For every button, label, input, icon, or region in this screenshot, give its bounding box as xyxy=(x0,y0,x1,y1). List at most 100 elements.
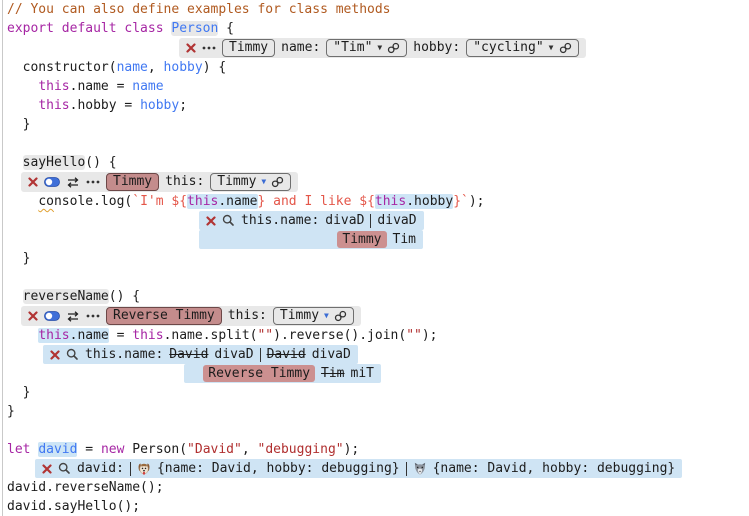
wolf-icon xyxy=(413,462,427,476)
old-value: David xyxy=(169,345,208,364)
blank-line xyxy=(3,134,749,153)
code-token: } xyxy=(7,117,30,132)
close-icon[interactable] xyxy=(28,311,38,321)
code-token: reverseName xyxy=(23,289,109,304)
code-token: { xyxy=(218,21,234,36)
code-token: ); xyxy=(422,328,438,343)
code-line: } xyxy=(3,249,749,268)
code-editor: // You can also define examples for clas… xyxy=(2,0,749,516)
magnifier-icon[interactable] xyxy=(58,462,71,475)
code-token: name xyxy=(132,79,163,94)
value-separator xyxy=(370,214,371,228)
example-tab-button[interactable]: Timmy xyxy=(222,39,275,57)
code-line: david.reverseName(); xyxy=(3,478,749,497)
chevron-down-icon: ▼ xyxy=(324,312,329,320)
swap-arrows-icon[interactable] xyxy=(66,177,80,188)
highlight-group: this.name xyxy=(38,328,108,343)
code-token: this xyxy=(187,194,218,209)
annotation-text: divaD xyxy=(312,345,351,364)
value-dropdown[interactable]: Timmy▼ xyxy=(210,173,291,191)
inline-annotation-row: this.name:divaDdivaD xyxy=(3,211,749,230)
annotation-text: this.name: xyxy=(241,211,319,230)
code-token: } xyxy=(7,251,30,266)
example-tab-button[interactable]: Reverse Timmy xyxy=(106,307,222,325)
value-dropdown[interactable]: "cycling"▼ xyxy=(466,39,578,57)
code-token: , xyxy=(242,442,258,457)
code-line: export default class Person { xyxy=(3,19,749,38)
code-token: ; xyxy=(179,98,187,113)
code-line: reverseName() { xyxy=(3,287,749,306)
code-token: david xyxy=(38,442,77,457)
more-options-icon[interactable] xyxy=(202,46,216,50)
link-icon[interactable] xyxy=(334,310,347,322)
dropdown-value: Timmy xyxy=(280,306,319,326)
code-token: .hobby xyxy=(406,194,453,209)
annotation-text: {name: David, hobby: debugging} xyxy=(433,459,676,478)
close-icon[interactable] xyxy=(42,464,52,474)
blank-line xyxy=(3,421,749,440)
code-token: let xyxy=(7,442,38,457)
code-token: .hobby = xyxy=(70,98,140,113)
annotation-text: david: xyxy=(77,459,124,478)
code-token: sayHello xyxy=(23,155,86,170)
code-token: ); xyxy=(344,442,360,457)
chevron-down-icon: ▼ xyxy=(549,44,554,52)
annotation-text: divaD xyxy=(214,345,253,364)
inline-value-annotation: this.name:DaviddivaDDaviddivaD xyxy=(43,345,358,364)
code-token: this xyxy=(375,194,406,209)
value-separator xyxy=(406,462,407,476)
value-dropdown[interactable]: Timmy ▼ xyxy=(273,307,354,325)
value-dropdown[interactable]: "Tim"▼ xyxy=(326,39,407,57)
close-icon[interactable] xyxy=(28,177,38,187)
close-icon[interactable] xyxy=(186,43,196,53)
chevron-down-icon: ▼ xyxy=(377,44,382,52)
close-icon[interactable] xyxy=(50,350,60,360)
code-token: new xyxy=(101,442,124,457)
old-value: David xyxy=(267,345,306,364)
highlight-group: this.name xyxy=(187,194,257,209)
magnifier-icon[interactable] xyxy=(66,348,79,361)
link-icon[interactable] xyxy=(271,176,284,188)
code-line: this.name = name xyxy=(3,77,749,96)
code-token: "" xyxy=(257,328,273,343)
code-line: let david = new Person("David", "debuggi… xyxy=(3,440,749,459)
dog-icon xyxy=(137,462,151,476)
code-token: "debugging" xyxy=(258,442,344,457)
code-token: () { xyxy=(109,289,140,304)
code-token xyxy=(7,155,23,170)
swap-arrows-icon[interactable] xyxy=(66,311,80,322)
inline-annotation-row: david:{name: David, hobby: debugging}{na… xyxy=(3,459,749,478)
highlight-group: this.hobby xyxy=(375,194,453,209)
code-token: ) { xyxy=(203,60,226,75)
close-icon[interactable] xyxy=(206,216,216,226)
code-token: "David" xyxy=(187,442,242,457)
code-line: david.sayHello(); xyxy=(3,497,749,516)
toggle-icon[interactable] xyxy=(44,177,60,187)
code-token: () { xyxy=(85,155,116,170)
code-token: name xyxy=(117,60,148,75)
code-token: .name xyxy=(218,194,257,209)
field-label: name: xyxy=(281,38,320,58)
toggle-icon[interactable] xyxy=(44,311,60,321)
example-tab-button[interactable]: Timmy xyxy=(106,173,159,191)
link-icon[interactable] xyxy=(387,42,400,54)
chevron-down-icon: ▼ xyxy=(261,178,266,186)
code-token: hobby xyxy=(164,60,203,75)
inline-annotation-row: TimmyTim xyxy=(3,230,749,249)
code-token xyxy=(7,289,23,304)
annotation-text: miT xyxy=(351,364,374,383)
code-line: } xyxy=(3,402,749,421)
inline-value-annotation: this.name:divaDdivaD xyxy=(199,211,424,230)
inline-value-annotation: Reverse TimmyTimmiT xyxy=(184,364,381,383)
example-badge: Timmy xyxy=(337,231,386,248)
magnifier-icon[interactable] xyxy=(222,214,235,227)
more-options-icon[interactable] xyxy=(86,314,100,318)
code-token: = xyxy=(77,442,100,457)
example-widget: Timmythis:Timmy▼ xyxy=(21,172,298,192)
code-token: .name xyxy=(70,328,109,343)
inline-widget-row: Timmythis:Timmy▼ xyxy=(3,172,749,192)
code-token xyxy=(7,194,38,209)
link-icon[interactable] xyxy=(559,42,572,54)
more-options-icon[interactable] xyxy=(86,180,100,184)
field-label: this: xyxy=(228,306,267,326)
